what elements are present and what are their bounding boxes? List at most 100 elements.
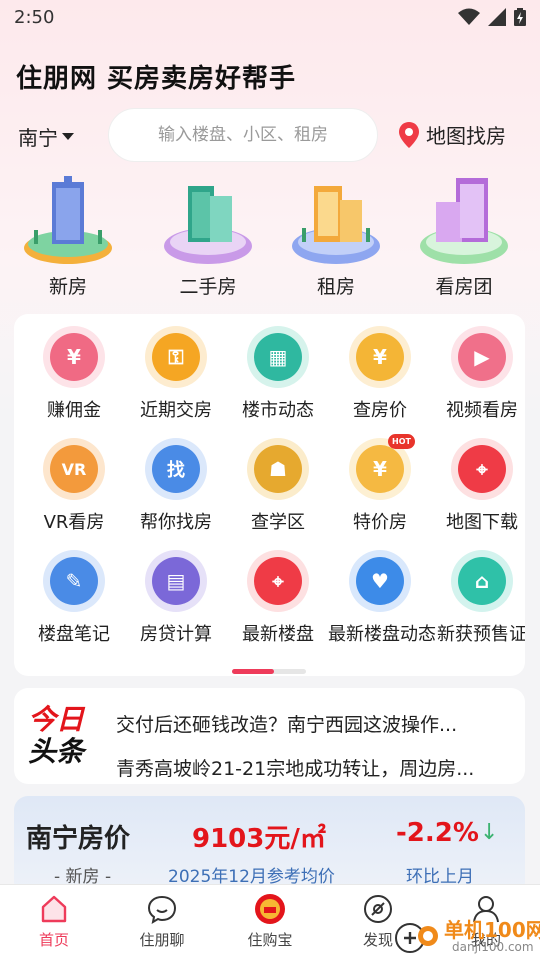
grid-item-school-district[interactable]: ☗ 查学区 <box>226 438 330 534</box>
site-watermark: 单机100网 danji100.com <box>392 912 540 960</box>
grid-label: 地图下载 <box>446 512 518 533</box>
category-label: 二手房 <box>179 276 237 298</box>
city-price-card[interactable]: 南宁房价 9103元/㎡ -2.2% ↓ - 新房 - 2025年12月参考均价… <box>14 796 525 896</box>
search-row: 南宁 地图找房 <box>0 108 540 164</box>
nav-chat[interactable]: 住朋聊 <box>122 893 202 950</box>
presale-permit-icon: ⌂ <box>451 550 513 612</box>
watermark-logo-icon <box>395 923 438 953</box>
grid-item-latest-property[interactable]: ⌖ 最新楼盘 <box>226 550 330 646</box>
arrow-down-icon: ↓ <box>480 820 499 845</box>
category-viewing-group[interactable]: 看房团 <box>414 172 514 299</box>
search-input[interactable] <box>128 125 358 145</box>
price-title: 南宁房价 <box>26 824 131 854</box>
city-label: 南宁 <box>18 126 58 150</box>
status-time: 2:50 <box>14 7 55 28</box>
app-title: 住朋网 买房卖房好帮手 <box>16 64 297 94</box>
grid-label: 帮你找房 <box>140 512 212 533</box>
grid-item-presale-permit[interactable]: ⌂ 新获预售证 <box>430 550 525 646</box>
nav-label: 首页 <box>38 931 69 949</box>
grid-label: 新获预售证 <box>437 624 525 645</box>
grid-label: VR看房 <box>43 512 105 533</box>
watermark-text: 单机100网 <box>444 918 540 942</box>
grid-item-notes[interactable]: ✎ 楼盘笔记 <box>22 550 126 646</box>
market-news-icon: ▦ <box>247 326 309 388</box>
video-house-icon: ▶ <box>451 326 513 388</box>
status-bar: 2:50 <box>0 0 540 36</box>
map-find-button[interactable]: 地图找房 <box>398 120 506 149</box>
category-label: 租房 <box>316 276 355 298</box>
second-hand-house-icon <box>164 186 252 264</box>
grid-item-special-price[interactable]: ¥ HOT 特价房 <box>328 434 432 534</box>
grid-item-map-download[interactable]: ⌖ 地图下载 <box>430 438 525 534</box>
category-second-hand[interactable]: 二手房 <box>158 172 258 299</box>
grid-item-video-house[interactable]: ▶ 视频看房 <box>430 326 525 422</box>
grid-label: 查学区 <box>251 512 305 533</box>
grid-label: 查房价 <box>353 400 407 421</box>
map-download-icon: ⌖ <box>451 438 513 500</box>
search-box[interactable] <box>108 108 378 162</box>
category-rent[interactable]: 租房 <box>286 172 386 299</box>
category-new-house[interactable]: 新房 <box>18 172 118 299</box>
feature-grid: ¥ 赚佣金 ⚿ 近期交房 ▦ 楼市动态 ¥ 查房价 ▶ 视频看房 VR VR看房… <box>14 314 525 676</box>
news-item[interactable]: 青秀高坡岭21-21宗地成功转让，周边房... <box>116 754 511 781</box>
latest-property-icon: ⌖ <box>247 550 309 612</box>
special-price-icon: ¥ HOT <box>349 434 415 500</box>
logo-line-1: 今日 <box>28 703 85 736</box>
grid-item-loan-calculator[interactable]: ▤ 房贷计算 <box>124 550 228 646</box>
price-change: -2.2% <box>396 818 479 848</box>
grid-label: 近期交房 <box>140 400 212 421</box>
price-check-icon: ¥ <box>349 326 411 388</box>
grid-page-indicator <box>232 669 306 674</box>
grid-item-property-news[interactable]: ♥ 最新楼盘动态 <box>328 550 436 646</box>
loan-calculator-icon: ▤ <box>145 550 207 612</box>
shopping-treasure-icon <box>255 894 285 924</box>
today-headline-logo: 今日 头条 <box>28 704 108 768</box>
rent-house-icon <box>292 186 380 264</box>
grid-label: 房贷计算 <box>140 624 212 645</box>
chat-icon <box>147 895 177 925</box>
grid-label: 最新楼盘动态 <box>328 624 436 645</box>
nav-label: 住购宝 <box>247 931 293 949</box>
main-categories: 新房 二手房 租房 看房团 <box>0 172 540 302</box>
school-district-icon: ☗ <box>247 438 309 500</box>
grid-label: 楼市动态 <box>242 400 314 421</box>
notes-icon: ✎ <box>43 550 105 612</box>
find-house-icon: 找 <box>145 438 207 500</box>
grid-item-delivery[interactable]: ⚿ 近期交房 <box>124 326 228 422</box>
headline-card[interactable]: 今日 头条 交付后还砸钱改造？南宁西园这波操作... 青秀高坡岭21-21宗地成… <box>14 688 525 784</box>
commission-icon: ¥ <box>43 326 105 388</box>
viewing-group-icon <box>420 178 508 264</box>
grid-label: 视频看房 <box>446 400 518 421</box>
caret-down-icon <box>62 133 74 140</box>
grid-label: 赚佣金 <box>47 400 101 421</box>
grid-label: 最新楼盘 <box>242 624 314 645</box>
grid-item-find-house[interactable]: 找 帮你找房 <box>124 438 228 534</box>
status-icons <box>458 8 526 26</box>
nav-shopping-treasure[interactable]: 住购宝 <box>230 893 310 950</box>
property-news-icon: ♥ <box>349 550 411 612</box>
category-label: 新房 <box>48 276 87 298</box>
page-indicator-active <box>232 669 274 674</box>
discover-icon <box>364 895 392 923</box>
delivery-key-icon: ⚿ <box>145 326 207 388</box>
signal-icon <box>488 8 506 26</box>
watermark-domain: danji100.com <box>452 940 534 954</box>
grid-label: 特价房 <box>353 512 407 533</box>
map-find-label: 地图找房 <box>426 124 506 148</box>
category-label: 看房团 <box>435 276 493 298</box>
news-item[interactable]: 交付后还砸钱改造？南宁西园这波操作... <box>116 710 511 737</box>
grid-item-market-news[interactable]: ▦ 楼市动态 <box>226 326 330 422</box>
wifi-icon <box>458 8 480 25</box>
city-selector[interactable]: 南宁 <box>18 122 74 151</box>
battery-icon <box>514 8 526 26</box>
vr-house-icon: VR <box>43 438 105 500</box>
location-pin-icon <box>399 121 419 148</box>
nav-label: 住朋聊 <box>139 931 185 949</box>
grid-item-price-check[interactable]: ¥ 查房价 <box>328 326 432 422</box>
new-house-icon <box>24 176 112 264</box>
nav-home[interactable]: 首页 <box>14 893 94 950</box>
home-icon <box>41 895 67 923</box>
grid-item-commission[interactable]: ¥ 赚佣金 <box>22 326 126 422</box>
hot-badge: HOT <box>388 434 415 449</box>
grid-item-vr-house[interactable]: VR VR看房 <box>22 438 126 534</box>
